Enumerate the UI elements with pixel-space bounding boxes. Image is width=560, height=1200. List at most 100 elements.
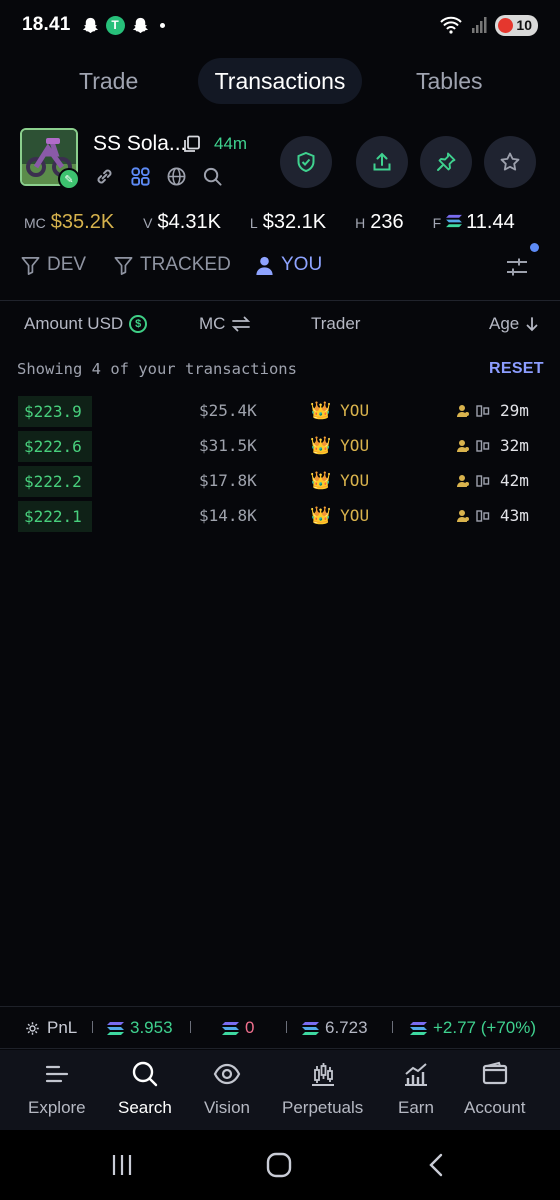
share-button[interactable] xyxy=(356,136,408,188)
nav-search[interactable]: Search xyxy=(118,1060,172,1118)
pnl-holding-value: 6.723 xyxy=(325,1018,368,1037)
wallet-icon xyxy=(482,1061,507,1085)
token-stats: MC $35.2K V $4.31K L $32.1K H 236 F 11.4… xyxy=(24,211,560,237)
search-icon xyxy=(132,1061,158,1087)
row-trader-name: YOU xyxy=(340,436,370,455)
row-amount: $222.6 xyxy=(18,431,92,462)
app-notification-icon: T xyxy=(105,15,125,35)
stat-fees-value: 11.44 xyxy=(466,211,515,233)
header-age-label: Age xyxy=(489,314,520,333)
row-age-value: 43m xyxy=(500,506,529,525)
pnl-separator xyxy=(190,1021,191,1033)
pnl-separator xyxy=(392,1021,393,1033)
trader-filters: DEV TRACKED YOU xyxy=(20,243,540,280)
nav-explore[interactable]: Explore xyxy=(28,1060,86,1118)
header-trader-label: Trader xyxy=(311,314,361,333)
stat-liquidity-value: $32.1K xyxy=(262,211,327,233)
status-bar: 18.41 T 10 xyxy=(0,0,560,50)
back-icon[interactable] xyxy=(424,1152,450,1178)
pin-button[interactable] xyxy=(420,136,472,188)
row-trader-name: YOU xyxy=(340,471,370,490)
explore-icon xyxy=(45,1065,68,1083)
token-age: 44m xyxy=(214,134,248,153)
token-name: SS Sola... xyxy=(93,132,187,155)
search-icon[interactable] xyxy=(202,166,223,187)
insider-icon xyxy=(457,404,469,417)
share-icon xyxy=(373,152,391,171)
row-trader-name: YOU xyxy=(340,506,370,525)
filter-dev[interactable]: DEV xyxy=(20,254,86,276)
crown-icon: 👑 xyxy=(310,506,332,525)
nav-perpetuals-label: Perpetuals xyxy=(282,1098,364,1117)
row-age-value: 42m xyxy=(500,471,529,490)
table-header: Amount USD $ MC Trader Age xyxy=(0,314,560,336)
table-row[interactable]: $222.2 $17.8K 👑 YOU 42m xyxy=(0,465,560,500)
nav-account[interactable]: Account xyxy=(464,1060,525,1118)
row-age: 32m xyxy=(456,430,529,461)
recent-apps-icon[interactable] xyxy=(109,1152,135,1178)
stat-volume-key: V xyxy=(143,215,153,231)
row-trader[interactable]: 👑 YOU xyxy=(310,500,369,531)
bundle-status-icon xyxy=(476,404,490,417)
table-row[interactable]: $223.9 $25.4K 👑 YOU 29m xyxy=(0,395,560,430)
filter-you-label: YOU xyxy=(281,254,323,275)
header-mc-label: MC xyxy=(199,314,226,333)
bottom-nav: Explore Search Vision Perpetuals Earn Ac… xyxy=(0,1050,560,1130)
tab-tables[interactable]: Tables xyxy=(416,58,482,104)
table-row[interactable]: $222.1 $14.8K 👑 YOU 43m xyxy=(0,500,560,535)
row-trader[interactable]: 👑 YOU xyxy=(310,465,369,496)
reset-button[interactable]: RESET xyxy=(489,360,544,378)
link-icon[interactable] xyxy=(94,166,115,187)
nav-earn-label: Earn xyxy=(398,1098,434,1117)
tab-trade[interactable]: Trade xyxy=(79,58,138,104)
table-row[interactable]: $222.6 $31.5K 👑 YOU 32m xyxy=(0,430,560,465)
pnl-sold-value: 0 xyxy=(245,1018,255,1037)
nav-vision[interactable]: Vision xyxy=(204,1060,250,1118)
divider xyxy=(0,300,560,301)
copy-icon[interactable] xyxy=(183,135,201,153)
row-trader-name: YOU xyxy=(340,401,370,420)
sliders-icon[interactable] xyxy=(504,254,530,280)
pnl-bought: 3.953 xyxy=(107,1018,173,1038)
header-amount[interactable]: Amount USD $ xyxy=(24,314,148,334)
nav-earn[interactable]: Earn xyxy=(398,1060,434,1118)
nav-perpetuals[interactable]: Perpetuals xyxy=(282,1060,363,1118)
tab-transactions[interactable]: Transactions xyxy=(198,58,362,104)
pnl-holding: 6.723 xyxy=(302,1018,368,1038)
pnl-profit: +2.77 (+70%) xyxy=(410,1018,536,1038)
security-check-button[interactable] xyxy=(280,136,332,188)
currency-toggle-icon[interactable]: $ xyxy=(129,315,148,333)
top-tabs: Trade Transactions Tables xyxy=(0,58,560,106)
filter-you[interactable]: YOU xyxy=(254,254,322,276)
favorite-button[interactable] xyxy=(484,136,536,188)
pnl-label[interactable]: PnL xyxy=(24,1018,77,1038)
header-mc[interactable]: MC xyxy=(199,314,251,334)
row-trader[interactable]: 👑 YOU xyxy=(310,430,369,461)
solana-icon xyxy=(107,1021,124,1035)
row-mc: $17.8K xyxy=(199,471,257,490)
shield-check-icon xyxy=(297,151,315,173)
home-icon[interactable] xyxy=(266,1152,292,1178)
battery-level: 10 xyxy=(516,17,532,33)
insider-icon xyxy=(457,509,469,522)
header-age[interactable]: Age xyxy=(489,314,539,334)
showing-count: Showing 4 of your transactions xyxy=(17,360,297,378)
pin-icon xyxy=(437,152,456,171)
crown-icon: 👑 xyxy=(310,471,332,490)
more-notifications-dot xyxy=(159,22,165,28)
swap-arrows-icon[interactable] xyxy=(231,316,251,332)
signal-icon xyxy=(472,17,487,33)
globe-icon[interactable] xyxy=(166,166,187,187)
filter-tracked[interactable]: TRACKED xyxy=(113,254,231,276)
row-age: 42m xyxy=(456,465,529,496)
nav-account-label: Account xyxy=(464,1098,526,1117)
pnl-separator xyxy=(92,1021,93,1033)
system-nav-bar xyxy=(0,1130,560,1200)
pnl-bar[interactable]: PnL 3.953 0 6.723 +2.77 (+70%) xyxy=(0,1006,560,1049)
bundle-icon[interactable] xyxy=(130,166,151,187)
stat-holders-value: 236 xyxy=(370,211,404,233)
insider-icon xyxy=(457,439,469,452)
battery-indicator: 10 xyxy=(495,14,538,36)
row-trader[interactable]: 👑 YOU xyxy=(310,395,369,426)
solana-icon xyxy=(302,1021,319,1035)
